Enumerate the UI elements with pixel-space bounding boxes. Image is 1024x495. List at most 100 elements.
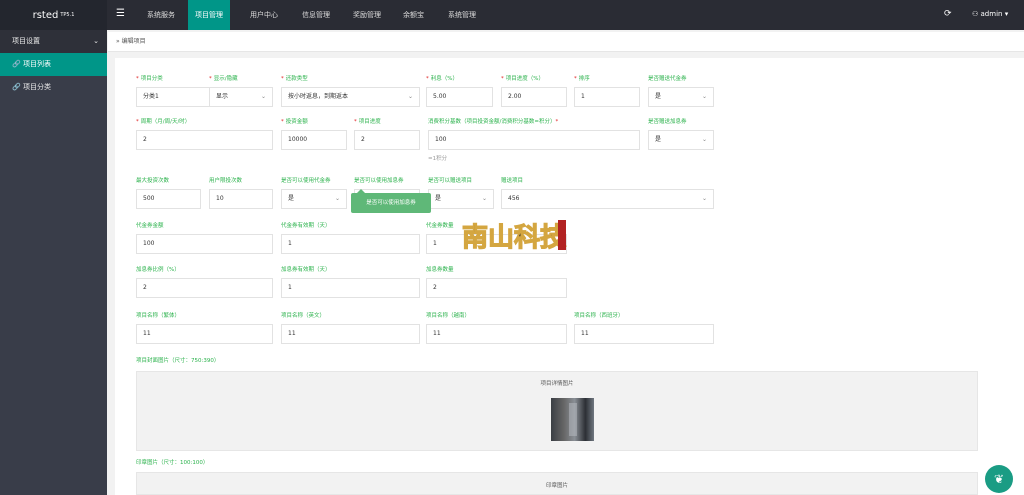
sidebar-group-project-settings[interactable]: 项目设置 ⌄: [0, 30, 107, 53]
logo-upload-text: 印章图片: [545, 483, 568, 489]
give-addition-select[interactable]: 是 ⌄: [648, 130, 714, 150]
coupon-days-field: 代金券有效期（天） 1: [281, 222, 420, 254]
user-name: admin: [980, 10, 1003, 18]
sidebar-item-project-category[interactable]: 🔗 项目分类: [0, 76, 107, 99]
coupon-amount-input[interactable]: 100: [136, 234, 273, 254]
cover-thumbnail[interactable]: [551, 398, 594, 441]
addition-count-input[interactable]: 2: [426, 278, 567, 298]
project-level-value: 2: [361, 136, 365, 143]
period-label: 周期（月/周/天/时）: [140, 119, 191, 125]
project-level-input[interactable]: 2: [354, 130, 420, 150]
name-en-input[interactable]: 11: [281, 324, 420, 344]
link-icon: 🔗: [12, 83, 23, 91]
coupon-days-input[interactable]: 1: [281, 234, 420, 254]
name-es-input[interactable]: 11: [574, 324, 714, 344]
total-amount-value: 10000: [288, 136, 308, 143]
breadcrumb-current: 编辑项目: [121, 38, 146, 45]
topnav-item-yuebao[interactable]: 余额宝: [396, 0, 431, 30]
category-label: 项目分类: [140, 76, 163, 82]
gift-project-select[interactable]: 456 ⌄: [501, 189, 714, 209]
topnav-item-system-service[interactable]: 系统服务: [140, 0, 182, 30]
points-value: 100: [435, 136, 447, 143]
sidebar-item-project-list[interactable]: 🔗 项目列表: [0, 53, 107, 76]
cover-upload-text: 项目详情图片: [540, 381, 574, 387]
name-es-value: 11: [581, 330, 589, 337]
name-cn-label: 项目名称（繁体）: [136, 313, 181, 319]
give-addition-label: 是否赠送加息券: [648, 119, 687, 125]
user-menu[interactable]: ⚇ admin ▾: [972, 10, 1008, 18]
chevron-down-icon: ⌄: [93, 37, 99, 45]
link-icon: 🔗: [12, 60, 23, 68]
svg-text:南山科技: 南山科技: [462, 223, 566, 253]
sort-field: * 排序 1: [574, 75, 640, 107]
refresh-icon[interactable]: ⟳: [944, 9, 952, 19]
name-vi-field: 项目名称（越南） 11: [426, 312, 567, 344]
cover-upload-area[interactable]: 项目详情图片: [136, 371, 978, 451]
addition-rate-input[interactable]: 2: [136, 278, 273, 298]
topnav-item-user-center[interactable]: 用户中心: [243, 0, 285, 30]
addition-rate-label: 加息券比例（%）: [136, 267, 180, 273]
addition-days-field: 加息券有效期（天） 1: [281, 266, 420, 298]
sort-input[interactable]: 1: [574, 87, 640, 107]
display-field: * 显示/隐藏 显示 ⌄: [209, 75, 273, 107]
topnav-item-info-management[interactable]: 信息管理: [295, 0, 337, 30]
name-vi-input[interactable]: 11: [426, 324, 567, 344]
chevron-down-icon: ⌄: [260, 93, 266, 100]
breadcrumb: » 编辑项目: [108, 32, 1024, 52]
app-name: rsted: [32, 9, 59, 21]
repay-type-field: * 还款类型 按小时返息，到期返本 ⌄: [281, 75, 420, 107]
chevron-down-icon: ⌄: [701, 93, 707, 100]
max-invest-field: 最大投资次数 500: [136, 177, 201, 209]
name-cn-value: 11: [143, 330, 151, 337]
display-select[interactable]: 显示 ⌄: [209, 87, 273, 107]
progress-label: 项目进度（%）: [505, 76, 544, 82]
topnav-item-system-management[interactable]: 系统管理: [441, 0, 483, 30]
tooltip: 是否可以使用加息券: [351, 189, 431, 213]
topnav-item-project-management[interactable]: 项目管理: [188, 0, 230, 30]
addition-days-value: 1: [288, 284, 292, 291]
chevron-down-icon: ⌄: [701, 195, 707, 202]
max-invest-input[interactable]: 500: [136, 189, 201, 209]
progress-input[interactable]: 2.00: [501, 87, 567, 107]
give-coupon-field: 是否赠送代金券是 ⌄: [648, 75, 714, 107]
name-en-value: 11: [288, 330, 296, 337]
repay-type-select[interactable]: 按小时返息，到期返本 ⌄: [281, 87, 420, 107]
name-es-label: 项目名称（西班牙）: [574, 313, 624, 319]
give-coupon-select[interactable]: 是 ⌄: [648, 87, 714, 107]
rate-value: 5.00: [433, 93, 447, 100]
name-vi-label: 项目名称（越南）: [426, 313, 471, 319]
hamburger-icon[interactable]: ☰: [116, 9, 125, 19]
gift-project-value: 456: [508, 195, 520, 202]
period-input[interactable]: 2: [136, 130, 273, 150]
name-cn-input[interactable]: 11: [136, 324, 273, 344]
addition-days-input[interactable]: 1: [281, 278, 420, 298]
rate-label: 利息（%）: [430, 76, 458, 82]
addition-rate-field: 加息券比例（%） 2: [136, 266, 273, 298]
gift-project-label: 赠送项目: [501, 178, 524, 184]
use-coupon-field: 是否可以使用代金券是 ⌄: [281, 177, 347, 209]
logo-label: 印章图片（尺寸：100:100）: [136, 460, 209, 466]
period-value: 2: [143, 136, 147, 143]
display-value: 显示: [216, 93, 229, 100]
rate-field: * 利息（%） 5.00: [426, 75, 493, 107]
give-project-select[interactable]: 是 ⌄: [428, 189, 494, 209]
points-label: 消费积分基数（项目投资金额/消费积分基数=积分）: [428, 119, 556, 125]
coupon-count-value: 1: [433, 240, 437, 247]
points-input[interactable]: 100: [428, 130, 640, 150]
user-limit-input[interactable]: 10: [209, 189, 273, 209]
app-logo[interactable]: rsted TP5.1: [0, 0, 107, 30]
total-amount-input[interactable]: 10000: [281, 130, 347, 150]
name-cn-field: 项目名称（繁体） 11: [136, 312, 273, 344]
logo-upload-area[interactable]: 印章图片: [136, 472, 978, 495]
chevron-down-icon: ⌄: [481, 195, 487, 202]
user-limit-value: 10: [216, 195, 224, 202]
user-icon: ⚇: [972, 10, 981, 18]
repay-type-label: 还款类型: [285, 76, 308, 82]
coupon-amount-label: 代金券金额: [136, 223, 164, 229]
rate-input[interactable]: 5.00: [426, 87, 493, 107]
chevron-down-icon: ⌄: [407, 93, 413, 100]
topnav-item-reward-management[interactable]: 奖励管理: [346, 0, 388, 30]
leaf-icon[interactable]: ❦: [985, 465, 1013, 493]
use-coupon-select[interactable]: 是 ⌄: [281, 189, 347, 209]
display-label: 显示/隐藏: [213, 76, 238, 82]
